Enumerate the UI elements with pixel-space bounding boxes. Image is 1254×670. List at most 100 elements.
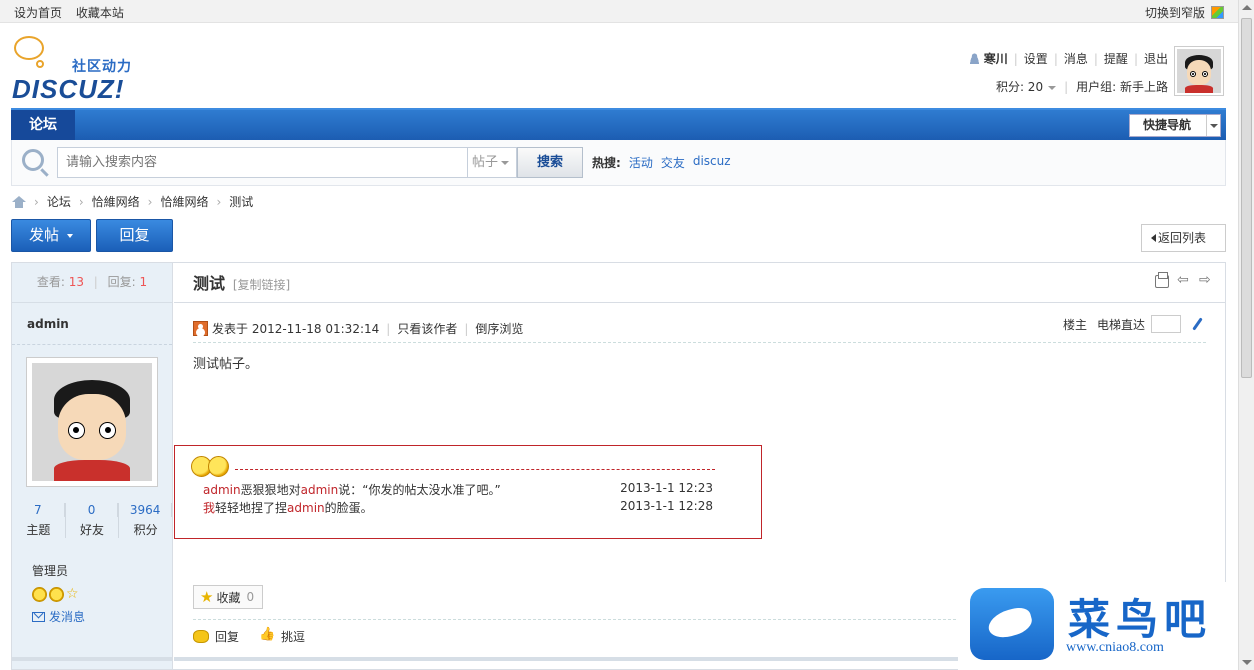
count-friends[interactable]: 0 好友 [66, 503, 120, 538]
smile-icon [49, 587, 64, 602]
author-counts: 7 主题 0 好友 3964 积分 [12, 503, 173, 538]
search-button[interactable]: 搜索 [517, 147, 583, 178]
breadcrumb-separator: › [78, 194, 84, 209]
count-value: 7 [12, 503, 65, 517]
reply-button[interactable]: 回复 [96, 219, 173, 252]
separator: | [1133, 51, 1138, 66]
send-message-link[interactable]: 发消息 [32, 608, 172, 625]
separator: | [93, 275, 98, 289]
back-to-list-button[interactable]: 返回列表 [1141, 224, 1226, 252]
nav-tab-forum[interactable]: 论坛 [11, 110, 75, 140]
breadcrumb-item[interactable]: 论坛 [47, 193, 71, 210]
previous-thread-icon[interactable] [1177, 272, 1191, 288]
reply-icon[interactable] [193, 630, 209, 643]
author-avatar[interactable] [26, 357, 158, 487]
emoticon-icon [208, 456, 229, 477]
divider [235, 469, 715, 470]
next-thread-icon[interactable] [1199, 272, 1213, 288]
actor-link[interactable]: admin [203, 483, 241, 497]
points-menu[interactable]: 积分: 20 [995, 78, 1057, 95]
author-name[interactable]: admin [12, 303, 172, 345]
user-avatar[interactable] [1174, 46, 1224, 96]
count-topics[interactable]: 7 主题 [12, 503, 66, 538]
interaction-fragment: 恶狠狠地对 [240, 483, 301, 497]
count-value: 3964 [119, 503, 173, 517]
logout-link[interactable]: 退出 [1144, 50, 1168, 67]
settings-link[interactable]: 设置 [1024, 50, 1048, 67]
watermark: 菜鸟吧 www.cniao8.com [958, 582, 1238, 670]
replies-count: 1 [139, 275, 148, 289]
scroll-up-icon[interactable] [1242, 5, 1252, 10]
scroll-thumb[interactable] [1241, 18, 1252, 378]
hot-search-label: 热搜: [592, 156, 621, 170]
mail-icon [32, 611, 45, 622]
target-link[interactable]: admin [287, 501, 325, 515]
search-type-select[interactable]: 帖子 [467, 147, 517, 178]
hot-search-link[interactable]: discuz [693, 154, 731, 171]
points-label: 积分: 20 [995, 80, 1044, 94]
post-actions: 回复 挑逗 [193, 627, 305, 645]
floor-label: 楼主 [1062, 317, 1087, 332]
chevron-down-icon [1048, 85, 1057, 90]
breadcrumb-item[interactable]: 恰維网络 [92, 193, 140, 210]
post-time: 发表于 2012-11-18 01:32:14 [212, 322, 380, 336]
username-link[interactable]: 寒川 [984, 50, 1008, 67]
divider [12, 657, 172, 669]
post-body: 测试帖子。 [193, 357, 259, 372]
favorite-button[interactable]: ★ 收藏 0 [193, 585, 264, 609]
author-medals: ☆ [32, 587, 172, 602]
interaction-box: admin恶狠狠地对admin说：“你发的帖太没水准了吧。” 2013-1-1 … [174, 445, 762, 539]
search-bar: 帖子 搜索 热搜: 活动 交友 discuz [11, 140, 1226, 186]
star-icon: ☆ [66, 586, 79, 602]
go-icon[interactable] [1191, 317, 1205, 331]
logo-subtitle: 社区动力 [72, 59, 132, 75]
new-post-button[interactable]: 发帖 [11, 219, 91, 252]
separator: | [1093, 51, 1098, 66]
home-icon[interactable] [12, 195, 26, 208]
scroll-down-icon[interactable] [1242, 660, 1252, 665]
user-group-link[interactable]: 用户组: 新手上路 [1076, 78, 1168, 95]
switch-width-link[interactable]: 切换到窄版 [1145, 4, 1205, 21]
bird-logo-icon [970, 588, 1054, 660]
only-author-link[interactable]: 只看该作者 [397, 320, 457, 337]
breadcrumb-item[interactable]: 测试 [229, 193, 253, 210]
page-scrollbar[interactable] [1238, 0, 1254, 670]
quick-nav-label: 快捷导航 [1143, 118, 1192, 132]
print-icon[interactable] [1155, 272, 1169, 288]
hot-search-link[interactable]: 交友 [661, 154, 685, 171]
logo-wordmark: DISCUZ! [12, 74, 125, 104]
author-group[interactable]: 管理员 [32, 562, 172, 579]
count-label: 主题 [26, 523, 51, 537]
hot-search-link[interactable]: 活动 [629, 154, 653, 171]
emotion-icons [191, 456, 229, 477]
count-points[interactable]: 3964 积分 [119, 503, 173, 538]
reverse-order-link[interactable]: 倒序浏览 [475, 320, 523, 337]
separator: | [386, 321, 391, 336]
reminders-link[interactable]: 提醒 [1104, 50, 1128, 67]
breadcrumb-separator: › [34, 194, 39, 209]
post-reply-link[interactable]: 回复 [215, 628, 239, 645]
thumbs-up-icon[interactable] [259, 627, 275, 645]
send-message-label: 发消息 [49, 610, 86, 624]
search-input[interactable] [57, 147, 467, 178]
floor-jump-input[interactable] [1151, 315, 1181, 333]
site-logo[interactable]: 社区动力 DISCUZ! [12, 36, 152, 104]
separator: | [1064, 79, 1069, 94]
theme-icon[interactable] [1211, 6, 1224, 19]
target-link[interactable]: admin [301, 483, 339, 497]
breadcrumb-item[interactable]: 恰維网络 [160, 193, 208, 210]
count-label: 积分 [133, 523, 158, 537]
interaction-text: admin恶狠狠地对admin说：“你发的帖太没水准了吧。” [203, 481, 501, 498]
interaction-fragment: 轻轻地捏了捏 [215, 501, 288, 515]
interaction-time: 2013-1-1 12:23 [620, 481, 713, 495]
star-icon: ★ [200, 588, 214, 606]
chevron-down-icon [501, 160, 510, 165]
messages-link[interactable]: 消息 [1064, 50, 1088, 67]
quick-nav-button[interactable]: 快捷导航 [1129, 114, 1221, 137]
set-homepage-link[interactable]: 设为首页 [14, 6, 62, 20]
bookmark-site-link[interactable]: 收藏本站 [76, 6, 124, 20]
tease-link[interactable]: 挑逗 [281, 628, 305, 645]
breadcrumb-separator: › [216, 194, 222, 209]
copy-link[interactable]: [复制链接] [233, 278, 290, 292]
actor-link[interactable]: 我 [203, 501, 215, 515]
